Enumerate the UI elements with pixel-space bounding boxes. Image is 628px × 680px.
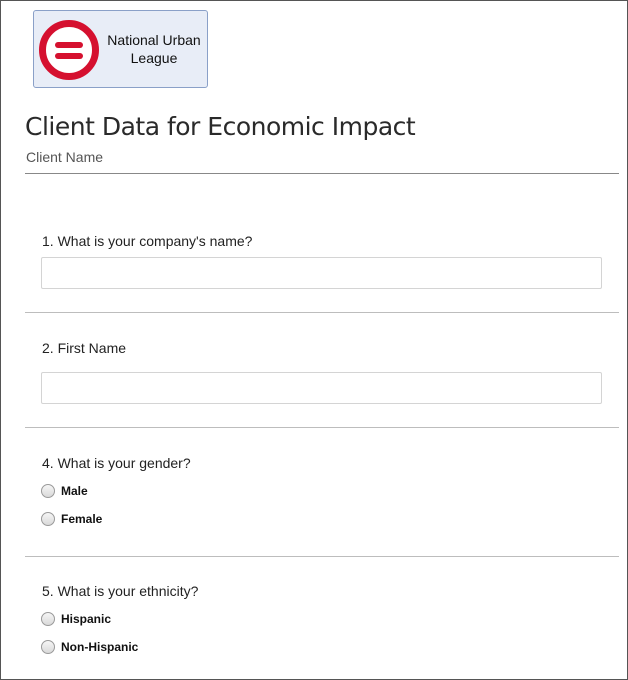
national-urban-league-logo: National Urban League xyxy=(33,10,208,88)
radio-label-non-hispanic[interactable]: Non-Hispanic xyxy=(61,640,138,654)
radio-label-female[interactable]: Female xyxy=(61,512,102,526)
page-title: Client Data for Economic Impact xyxy=(25,112,416,141)
logo-text-line2: League xyxy=(130,50,178,66)
ethnicity-option-hispanic[interactable]: Hispanic xyxy=(41,610,111,628)
radio-label-hispanic[interactable]: Hispanic xyxy=(61,612,111,626)
radio-button[interactable] xyxy=(41,484,55,498)
logo-text-line1: National Urban xyxy=(107,32,201,48)
radio-button[interactable] xyxy=(41,612,55,626)
question-2-label: 2. First Name xyxy=(42,340,127,356)
survey-page: National Urban League Client Data for Ec… xyxy=(0,0,628,680)
radio-label-male[interactable]: Male xyxy=(61,484,88,498)
question-divider xyxy=(25,427,619,428)
question-5-label: 5. What is your ethnicity? xyxy=(42,583,199,599)
question-divider xyxy=(25,312,619,313)
equal-sign-logo-icon xyxy=(39,20,99,80)
ethnicity-option-non-hispanic[interactable]: Non-Hispanic xyxy=(41,638,138,656)
question-1-label: 1. What is your company's name? xyxy=(42,233,253,249)
radio-button[interactable] xyxy=(41,512,55,526)
page-subtitle: Client Name xyxy=(26,149,104,165)
question-4-label: 4. What is your gender? xyxy=(42,455,191,471)
company-name-input[interactable] xyxy=(41,257,602,289)
logo-text: National Urban League xyxy=(102,31,206,67)
first-name-input[interactable] xyxy=(41,372,602,404)
question-divider xyxy=(25,556,619,557)
gender-option-female[interactable]: Female xyxy=(41,510,102,528)
radio-button[interactable] xyxy=(41,640,55,654)
title-divider xyxy=(25,173,619,174)
gender-option-male[interactable]: Male xyxy=(41,482,88,500)
